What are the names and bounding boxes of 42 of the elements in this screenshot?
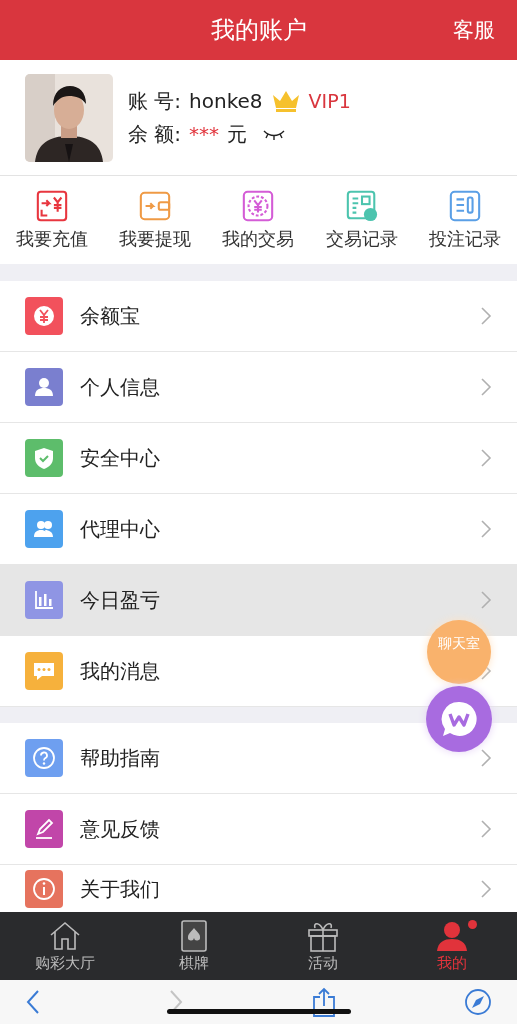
person-icon [435, 919, 470, 952]
hidden-balance: *** [189, 122, 220, 146]
menu-label: 意见反馈 [80, 815, 161, 843]
menu-label: 帮助指南 [80, 744, 161, 772]
tab[interactable]: 棋牌 [129, 912, 259, 980]
menu-label: 今日盈亏 [80, 586, 161, 614]
quick-action[interactable]: 我要提现 [103, 176, 207, 264]
menu-label: 代理中心 [80, 515, 161, 543]
quick-action[interactable]: 我的交易 [206, 176, 311, 264]
share-icon[interactable] [311, 987, 337, 1017]
page-title: 我的账户 [210, 15, 307, 46]
menu-label: 个人信息 [80, 373, 161, 401]
chevron-icon [480, 377, 492, 397]
chevron-icon [480, 448, 492, 468]
account-name: honke8 [189, 89, 263, 113]
menu-row[interactable]: 今日盈亏 [0, 565, 517, 636]
speech-bubble-icon [439, 699, 479, 739]
menu-label: 关于我们 [80, 875, 161, 903]
chevron-icon [480, 519, 492, 539]
menu-label: 我的消息 [80, 657, 161, 685]
customer-service-link[interactable]: 客服 [453, 16, 495, 44]
menu-label: 安全中心 [80, 444, 161, 472]
back-icon[interactable] [25, 989, 41, 1015]
chevron-icon [480, 819, 492, 839]
vip-level: VIP1 [308, 90, 351, 112]
crown-icon [270, 89, 301, 113]
compass-icon[interactable] [464, 988, 492, 1016]
chevron-icon [480, 879, 492, 899]
tab[interactable]: 活动 [258, 912, 388, 980]
menu-label: 余额宝 [80, 302, 141, 330]
chevron-icon [480, 306, 492, 326]
quick-action[interactable]: 交易记录 [310, 176, 414, 264]
chevron-icon [480, 748, 492, 768]
currency-unit: 元 [227, 120, 248, 148]
closed-eye-icon[interactable] [263, 128, 286, 140]
balance-label: 余 额: [128, 120, 182, 148]
playing-card-icon [180, 919, 207, 952]
chevron-icon [480, 590, 492, 610]
account-label: 账 号: [128, 87, 182, 115]
quick-action[interactable]: 投注记录 [413, 176, 517, 264]
quick-action[interactable]: 我要充值 [0, 176, 104, 264]
tab[interactable]: 购彩大厅 [0, 912, 130, 980]
